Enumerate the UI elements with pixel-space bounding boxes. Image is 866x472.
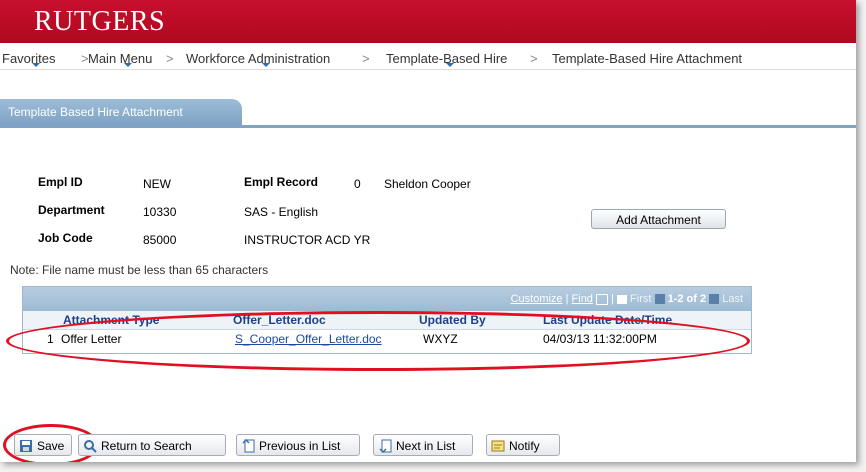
- add-attachment-button[interactable]: Add Attachment: [591, 209, 726, 229]
- save-button[interactable]: Save: [14, 434, 72, 456]
- department-label: Department: [38, 203, 105, 217]
- empl-record-value: 0: [354, 177, 361, 191]
- first-link[interactable]: First: [630, 293, 651, 305]
- page: RUTGERS Favorites > Main Menu > Workforc…: [0, 0, 856, 462]
- empl-id-value: NEW: [143, 177, 171, 191]
- empl-id-label: Empl ID: [38, 175, 83, 189]
- job-code-label: Job Code: [38, 231, 93, 245]
- next-label: Next in List: [396, 439, 456, 453]
- attachment-type-value: Offer Letter: [61, 332, 122, 346]
- chevron-down-icon: [32, 63, 40, 67]
- filename-note: Note: File name must be less than 65 cha…: [10, 263, 269, 277]
- previous-label: Previous in List: [259, 439, 341, 453]
- nav-favorites[interactable]: Favorites: [2, 51, 55, 66]
- job-code-name: INSTRUCTOR ACD YR: [244, 233, 371, 247]
- return-label: Return to Search: [101, 439, 192, 453]
- last-link[interactable]: Last: [722, 293, 743, 305]
- grid-nav: Customize | Find | First 1-2 of 2 Last: [510, 293, 743, 305]
- customize-link[interactable]: Customize: [511, 293, 563, 305]
- save-icon: [19, 438, 33, 452]
- empl-record-label: Empl Record: [244, 175, 319, 189]
- view-all-icon[interactable]: [596, 293, 608, 305]
- previous-in-list-button[interactable]: Previous in List: [236, 434, 360, 456]
- save-label: Save: [37, 439, 65, 453]
- row-range: 1-2 of 2: [667, 293, 707, 305]
- previous-list-icon: [241, 438, 255, 453]
- department-code: 10330: [143, 205, 177, 219]
- job-code-value: 85000: [143, 233, 177, 247]
- header-banner: RUTGERS: [0, 0, 856, 43]
- nav-workforce[interactable]: Workforce Administration: [186, 51, 330, 66]
- notify-button[interactable]: Notify: [486, 434, 560, 456]
- col-last-update: Last Update Date/Time: [543, 313, 673, 327]
- col-file-name: Offer_Letter.doc: [233, 313, 326, 327]
- next-in-list-button[interactable]: Next in List: [373, 434, 473, 456]
- chevron-down-icon: [446, 63, 454, 67]
- chevron-down-icon: [124, 63, 132, 67]
- row-number: 1: [47, 332, 54, 346]
- spreadsheet-icon[interactable]: [616, 294, 627, 304]
- updated-by-value: WXYZ: [423, 332, 458, 346]
- breadcrumb: Favorites > Main Menu > Workforce Admini…: [0, 43, 856, 70]
- return-to-search-button[interactable]: Return to Search: [78, 434, 226, 456]
- next-arrow-icon[interactable]: [709, 294, 720, 305]
- tab-template-hire-attachment[interactable]: Template Based Hire Attachment: [0, 99, 242, 125]
- tab-bar: Template Based Hire Attachment: [0, 99, 856, 128]
- nav-attachment[interactable]: Template-Based Hire Attachment: [552, 51, 742, 66]
- notify-icon: [491, 438, 505, 452]
- last-update-value: 04/03/13 11:32:00PM: [543, 332, 657, 346]
- search-icon: [83, 438, 97, 453]
- attachment-file-link[interactable]: S_Cooper_Offer_Letter.doc: [235, 332, 382, 346]
- attachment-grid: Customize | Find | First 1-2 of 2 Last A…: [22, 286, 752, 354]
- nav-main-menu[interactable]: Main Menu: [88, 51, 152, 66]
- find-link[interactable]: Find: [572, 293, 593, 305]
- rutgers-logo: RUTGERS: [34, 6, 166, 37]
- grid-header: Customize | Find | First 1-2 of 2 Last: [23, 287, 751, 311]
- chevron-down-icon: [262, 63, 270, 67]
- prev-arrow-icon[interactable]: [654, 294, 665, 305]
- col-updated-by: Updated By: [419, 313, 486, 327]
- employee-name: Sheldon Cooper: [384, 177, 471, 191]
- notify-label: Notify: [509, 439, 540, 453]
- next-list-icon: [378, 438, 392, 454]
- department-name: SAS - English: [244, 205, 319, 219]
- col-attachment-type: Attachment Type: [63, 313, 160, 327]
